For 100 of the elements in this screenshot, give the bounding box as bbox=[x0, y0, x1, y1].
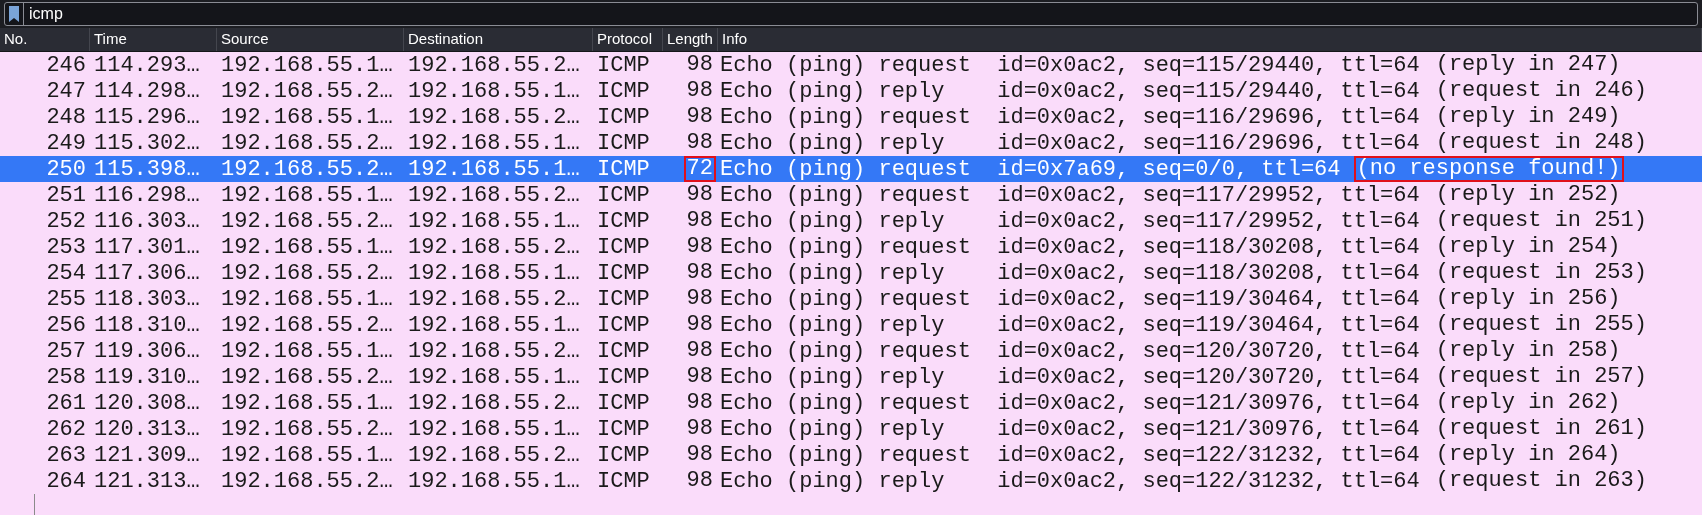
time-cell-text: 117.301… bbox=[93, 234, 201, 260]
length-cell-text: 98 bbox=[685, 260, 714, 286]
destination-cell-text: 192.168.55.2… bbox=[407, 182, 581, 208]
info-note: (request in 253) bbox=[1434, 260, 1648, 286]
length-cell-text: 98 bbox=[685, 104, 714, 130]
source-cell-text: 192.168.55.1… bbox=[220, 338, 394, 364]
column-header[interactable]: No. bbox=[0, 28, 90, 51]
packet-number: 253 bbox=[45, 234, 87, 260]
info-cell-text: Echo (ping) request id=0x0ac2, seq=120/30720, ttl=64 bbox=[719, 338, 1420, 364]
destination-cell-text: 192.168.55.1… bbox=[407, 78, 581, 104]
time-cell-text: 121.313… bbox=[93, 468, 201, 494]
packet-number: 263 bbox=[45, 442, 87, 468]
info-note: (request in 261) bbox=[1434, 416, 1648, 442]
info-cell-text: Echo (ping) request id=0x0ac2, seq=117/29952, ttl=64 bbox=[719, 182, 1420, 208]
column-header[interactable]: Info bbox=[718, 28, 1702, 51]
time-cell-text: 114.293… bbox=[93, 52, 201, 78]
info-note: (reply in 258) bbox=[1434, 338, 1622, 364]
time-cell-text: 114.298… bbox=[93, 78, 201, 104]
time-cell-text: 116.298… bbox=[93, 182, 201, 208]
info-note: (request in 251) bbox=[1434, 208, 1648, 234]
time-cell-text: 121.309… bbox=[93, 442, 201, 468]
length-cell-text: 98 bbox=[685, 312, 714, 338]
info-cell-text: Echo (ping) reply id=0x0ac2, seq=122/31232, ttl=64 bbox=[719, 468, 1420, 494]
destination-cell-text: 192.168.55.2… bbox=[407, 52, 581, 78]
info-cell-text: Echo (ping) reply id=0x0ac2, seq=120/30720, ttl=64 bbox=[719, 364, 1420, 390]
info-cell-text: Echo (ping) request id=0x0ac2, seq=118/30208, ttl=64 bbox=[719, 234, 1420, 260]
time-cell-text: 120.308… bbox=[93, 390, 201, 416]
source-cell-text: 192.168.55.1… bbox=[220, 286, 394, 312]
length-cell-text: 98 bbox=[685, 286, 714, 312]
time-cell-text: 115.302… bbox=[93, 130, 201, 156]
source-cell-text: 192.168.55.2… bbox=[220, 260, 394, 286]
info-note: (request in 263) bbox=[1434, 468, 1648, 494]
time-cell-text: 119.310… bbox=[93, 364, 201, 390]
bookmark-icon[interactable] bbox=[8, 5, 20, 23]
column-header[interactable]: Source bbox=[217, 28, 404, 51]
info-cell-text: Echo (ping) request id=0x0ac2, seq=122/31232, ttl=64 bbox=[719, 442, 1420, 468]
info-note: (request in 257) bbox=[1434, 364, 1648, 390]
info-cell-text: Echo (ping) request id=0x0ac2, seq=119/30464, ttl=64 bbox=[719, 286, 1420, 312]
packet-number: 251 bbox=[45, 182, 87, 208]
destination-cell-text: 192.168.55.2… bbox=[407, 286, 581, 312]
destination-cell-text: 192.168.55.1… bbox=[407, 156, 581, 182]
packet-number: 247 bbox=[45, 78, 87, 104]
protocol-cell-text: ICMP bbox=[596, 234, 651, 260]
length-cell-text: 98 bbox=[685, 208, 714, 234]
info-cell-text: Echo (ping) reply id=0x0ac2, seq=121/30976, ttl=64 bbox=[719, 416, 1420, 442]
protocol-cell-text: ICMP bbox=[596, 156, 651, 182]
packet-number: 261 bbox=[45, 390, 87, 416]
packet-number: 246 bbox=[45, 52, 87, 78]
destination-cell-text: 192.168.55.2… bbox=[407, 390, 581, 416]
protocol-cell-text: ICMP bbox=[596, 78, 651, 104]
info-note: (reply in 247) bbox=[1434, 52, 1622, 78]
packet-number: 258 bbox=[45, 364, 87, 390]
info-note: (reply in 264) bbox=[1434, 442, 1622, 468]
destination-cell-text: 192.168.55.1… bbox=[407, 312, 581, 338]
length-cell-text: 98 bbox=[685, 390, 714, 416]
destination-cell-text: 192.168.55.1… bbox=[407, 208, 581, 234]
length-cell-text: 98 bbox=[685, 416, 714, 442]
destination-cell-text: 192.168.55.1… bbox=[407, 260, 581, 286]
info-cell-text: Echo (ping) reply id=0x0ac2, seq=116/29696, ttl=64 bbox=[719, 130, 1420, 156]
protocol-cell-text: ICMP bbox=[596, 286, 651, 312]
packet-number: 257 bbox=[45, 338, 87, 364]
length-cell-text: 98 bbox=[685, 234, 714, 260]
time-cell-text: 116.303… bbox=[93, 208, 201, 234]
packet-number: 249 bbox=[45, 130, 87, 156]
time-cell-text: 120.313… bbox=[93, 416, 201, 442]
info-cell-text: Echo (ping) reply id=0x0ac2, seq=117/29952, ttl=64 bbox=[719, 208, 1420, 234]
source-cell-text: 192.168.55.1… bbox=[220, 52, 394, 78]
time-cell-text: 117.306… bbox=[93, 260, 201, 286]
source-cell-text: 192.168.55.2… bbox=[220, 468, 394, 494]
source-cell-text: 192.168.55.2… bbox=[220, 78, 394, 104]
info-note: (request in 248) bbox=[1434, 130, 1648, 156]
column-header[interactable]: Protocol bbox=[593, 28, 663, 51]
source-cell-text: 192.168.55.1… bbox=[220, 442, 394, 468]
length-cell-text: 98 bbox=[685, 130, 714, 156]
time-cell-text: 115.398… bbox=[93, 156, 201, 182]
destination-cell-text: 192.168.55.2… bbox=[407, 234, 581, 260]
source-cell-text: 192.168.55.2… bbox=[220, 208, 394, 234]
column-header[interactable]: Length bbox=[663, 28, 718, 51]
source-cell-text: 192.168.55.1… bbox=[220, 182, 394, 208]
length-cell-text: 98 bbox=[685, 338, 714, 364]
info-cell-text: Echo (ping) reply id=0x0ac2, seq=118/30208, ttl=64 bbox=[719, 260, 1420, 286]
column-header[interactable]: Time bbox=[90, 28, 217, 51]
destination-cell-text: 192.168.55.1… bbox=[407, 468, 581, 494]
info-cell-text: Echo (ping) request id=0x7a69, seq=0/0, ttl=64 bbox=[719, 156, 1341, 182]
info-cell-text: Echo (ping) request id=0x0ac2, seq=115/29440, ttl=64 bbox=[719, 52, 1420, 78]
info-cell-text: Echo (ping) reply id=0x0ac2, seq=119/30464, ttl=64 bbox=[719, 312, 1420, 338]
packet-number: 254 bbox=[45, 260, 87, 286]
protocol-cell-text: ICMP bbox=[596, 338, 651, 364]
protocol-cell-text: ICMP bbox=[596, 364, 651, 390]
protocol-cell-text: ICMP bbox=[596, 130, 651, 156]
column-header[interactable]: Destination bbox=[404, 28, 593, 51]
destination-cell-text: 192.168.55.2… bbox=[407, 104, 581, 130]
packet-row[interactable]: 250 115.398… 192.168.55.2… 192.168.55.1… ICMP 72 Echo (ping) request id=0x7a69, seq=0/0, ttl=64 (no response found!) bbox=[0, 156, 1702, 182]
source-cell-text: 192.168.55.1… bbox=[220, 104, 394, 130]
source-cell-text: 192.168.55.1… bbox=[220, 390, 394, 416]
info-note: (request in 246) bbox=[1434, 78, 1648, 104]
length-cell-text: 98 bbox=[685, 468, 714, 494]
info-note: (reply in 256) bbox=[1434, 286, 1622, 312]
info-note: (reply in 254) bbox=[1434, 234, 1622, 260]
info-note: (no response found!) bbox=[1353, 156, 1624, 182]
